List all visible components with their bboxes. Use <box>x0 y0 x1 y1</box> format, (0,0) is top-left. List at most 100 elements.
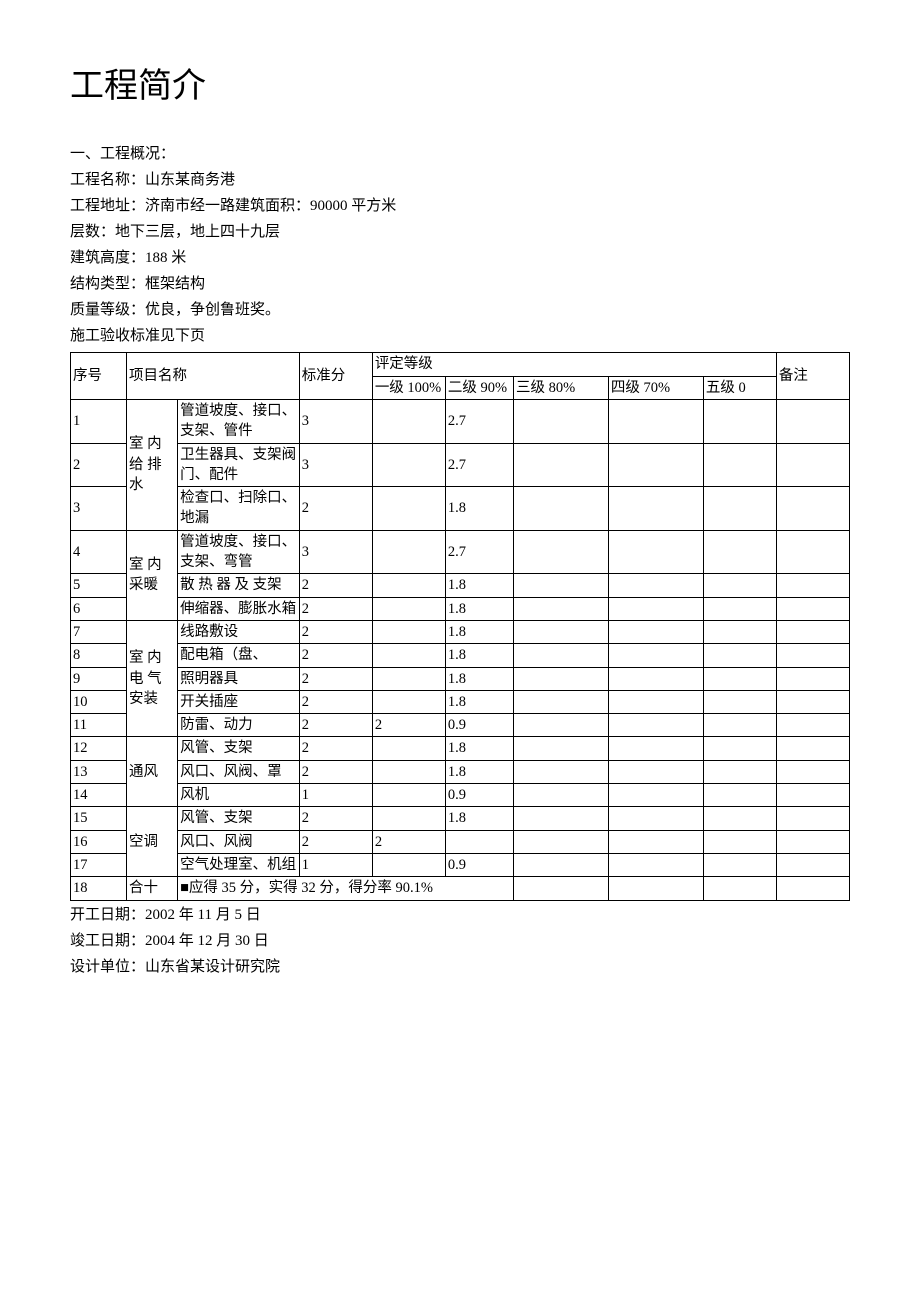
cell-g2: 1.8 <box>445 667 513 690</box>
cell-std: 1 <box>299 784 372 807</box>
cell-item: 照明器具 <box>178 667 300 690</box>
cell-seq: 6 <box>71 597 127 620</box>
cell-note <box>776 399 849 443</box>
cell-seq: 18 <box>71 877 127 900</box>
cell-std: 2 <box>299 807 372 830</box>
cell-g2: 1.8 <box>445 487 513 531</box>
cell-seq: 7 <box>71 620 127 643</box>
intro-height: 建筑高度：188 米 <box>70 246 850 270</box>
col-grade-5: 五级 0 <box>703 376 776 399</box>
cell-item: 线路敷设 <box>178 620 300 643</box>
table-row: 7 室 内 电 气 安装 线路敷设 2 1.8 <box>71 620 850 643</box>
cell-seq: 4 <box>71 530 127 574</box>
table-row: 3 检查口、扫除口、地漏 2 1.8 <box>71 487 850 531</box>
table-row: 11 防雷、动力 2 2 0.9 <box>71 714 850 737</box>
cell-seq: 5 <box>71 574 127 597</box>
cell-item: 风机 <box>178 784 300 807</box>
table-row: 12 通风 风管、支架 2 1.8 <box>71 737 850 760</box>
col-seq: 序号 <box>71 353 127 400</box>
cell-g5 <box>703 399 776 443</box>
table-row: 14 风机 1 0.9 <box>71 784 850 807</box>
col-grade-1: 一级 100% <box>372 376 445 399</box>
table-row: 13 风口、风阀、罩 2 1.8 <box>71 760 850 783</box>
footer-start-date: 开工日期：2002 年 11 月 5 日 <box>70 903 850 927</box>
cell-category: 室 内 采暖 <box>126 530 177 620</box>
cell-item: 管道坡度、接口、支架、弯管 <box>178 530 300 574</box>
col-note: 备注 <box>776 353 849 400</box>
cell-item: 散 热 器 及 支架 <box>178 574 300 597</box>
cell-g2: 1.8 <box>445 574 513 597</box>
cell-item: 配电箱（盘、 <box>178 644 300 667</box>
cell-g2: 1.8 <box>445 737 513 760</box>
cell-seq: 16 <box>71 830 127 853</box>
cell-category: 空调 <box>126 807 177 877</box>
cell-g2: 1.8 <box>445 597 513 620</box>
cell-std: 2 <box>299 644 372 667</box>
cell-std: 2 <box>299 487 372 531</box>
cell-category: 室 内 给 排 水 <box>126 399 177 530</box>
footer-designer: 设计单位：山东省某设计研究院 <box>70 955 850 979</box>
cell-g1 <box>372 487 445 531</box>
cell-std: 1 <box>299 853 372 876</box>
table-row: 15 空调 风管、支架 2 1.8 <box>71 807 850 830</box>
cell-seq: 12 <box>71 737 127 760</box>
cell-std: 2 <box>299 574 372 597</box>
cell-g1 <box>372 574 445 597</box>
cell-g1 <box>372 443 445 487</box>
intro-overview: 一、工程概况： <box>70 142 850 166</box>
intro-floors: 层数：地下三层，地上四十九层 <box>70 220 850 244</box>
cell-g1 <box>372 530 445 574</box>
cell-g2: 1.8 <box>445 690 513 713</box>
cell-g1 <box>372 760 445 783</box>
table-row: 9 照明器具 2 1.8 <box>71 667 850 690</box>
table-row: 1 室 内 给 排 水 管道坡度、接口、支架、管件 3 2.7 <box>71 399 850 443</box>
intro-quality: 质量等级：优良，争创鲁班奖。 <box>70 298 850 322</box>
cell-g1 <box>372 784 445 807</box>
cell-g2: 0.9 <box>445 853 513 876</box>
cell-std: 2 <box>299 620 372 643</box>
cell-g1: 2 <box>372 714 445 737</box>
col-project: 项目名称 <box>126 353 299 400</box>
table-row: 17 空气处理室、机组 1 0.9 <box>71 853 850 876</box>
cell-g3 <box>513 399 608 443</box>
cell-g1 <box>372 399 445 443</box>
cell-item: 空气处理室、机组 <box>178 853 300 876</box>
cell-seq: 17 <box>71 853 127 876</box>
cell-item: 防雷、动力 <box>178 714 300 737</box>
cell-seq: 2 <box>71 443 127 487</box>
table-row: 4 室 内 采暖 管道坡度、接口、支架、弯管 3 2.7 <box>71 530 850 574</box>
table-row: 16 风口、风阀 2 2 <box>71 830 850 853</box>
cell-g2: 2.7 <box>445 443 513 487</box>
cell-g1 <box>372 737 445 760</box>
cell-item: 伸缩器、膨胀水箱 <box>178 597 300 620</box>
col-grade: 评定等级 <box>372 353 776 376</box>
intro-standard-note: 施工验收标准见下页 <box>70 324 850 348</box>
cell-seq: 10 <box>71 690 127 713</box>
cell-g2 <box>445 830 513 853</box>
cell-g2: 1.8 <box>445 760 513 783</box>
page-title: 工程简介 <box>70 60 850 114</box>
cell-seq: 14 <box>71 784 127 807</box>
cell-summary: ■应得 35 分，实得 32 分，得分率 90.1% <box>178 877 514 900</box>
acceptance-standard-table: 序号 项目名称 标准分 评定等级 备注 一级 100% 二级 90% 三级 80… <box>70 352 850 900</box>
cell-g1 <box>372 644 445 667</box>
col-grade-4: 四级 70% <box>608 376 703 399</box>
cell-g1 <box>372 690 445 713</box>
cell-g1 <box>372 667 445 690</box>
cell-category: 合十 <box>126 877 177 900</box>
table-row: 2 卫生器具、支架阀门、配件 3 2.7 <box>71 443 850 487</box>
cell-std: 3 <box>299 443 372 487</box>
cell-g2: 0.9 <box>445 714 513 737</box>
cell-item: 风管、支架 <box>178 737 300 760</box>
cell-item: 风口、风阀、罩 <box>178 760 300 783</box>
table-header-row: 序号 项目名称 标准分 评定等级 备注 <box>71 353 850 376</box>
cell-item: 检查口、扫除口、地漏 <box>178 487 300 531</box>
cell-std: 2 <box>299 830 372 853</box>
cell-std: 2 <box>299 760 372 783</box>
cell-g1 <box>372 597 445 620</box>
cell-std: 3 <box>299 399 372 443</box>
cell-std: 2 <box>299 714 372 737</box>
table-row: 10 开关插座 2 1.8 <box>71 690 850 713</box>
cell-seq: 9 <box>71 667 127 690</box>
col-grade-3: 三级 80% <box>513 376 608 399</box>
